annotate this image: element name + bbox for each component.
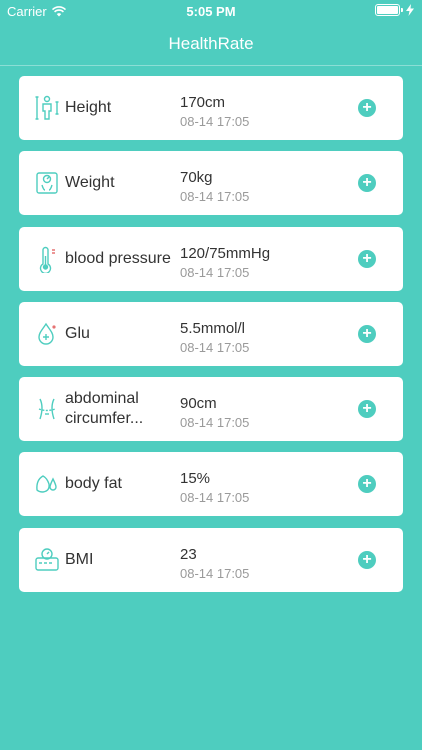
status-time: 5:05 PM bbox=[186, 4, 236, 19]
add-abdominal-button[interactable]: + bbox=[358, 400, 376, 419]
page-title: HealthRate bbox=[168, 34, 254, 53]
metric-card-bmi[interactable]: BMI 23 08-14 17:05 + bbox=[19, 527, 403, 592]
body-fat-icon bbox=[33, 470, 61, 498]
metric-timestamp: 08-14 17:05 bbox=[180, 264, 250, 280]
weight-scale-icon bbox=[33, 169, 61, 197]
metric-value: 15% bbox=[180, 470, 211, 488]
metric-label: body fat bbox=[65, 475, 122, 493]
metric-timestamp: 08-14 17:05 bbox=[180, 565, 250, 581]
waist-icon bbox=[33, 395, 61, 423]
add-body-fat-button[interactable]: + bbox=[358, 475, 376, 494]
metric-timestamp: 08-14 17:05 bbox=[180, 490, 250, 506]
metric-timestamp: 08-14 17:05 bbox=[180, 415, 250, 431]
metric-card-abdominal[interactable]: abdominal circumfer... 90cm 08-14 17:05 … bbox=[19, 377, 403, 442]
metric-card-body-fat[interactable]: body fat 15% 08-14 17:05 + bbox=[19, 452, 403, 517]
thermometer-icon bbox=[33, 245, 61, 273]
metric-value: 5.5mmol/l bbox=[180, 319, 246, 337]
metric-card-weight[interactable]: Weight 70kg 08-14 17:05 + bbox=[19, 151, 403, 216]
battery-indicator bbox=[375, 4, 414, 16]
metric-label: abdominal circumfer... bbox=[65, 390, 144, 428]
bolt-icon bbox=[406, 4, 414, 16]
add-bmi-button[interactable]: + bbox=[358, 550, 376, 569]
metric-card-blood-pressure[interactable]: blood pressure 120/75mmHg 08-14 17:05 + bbox=[19, 226, 403, 291]
metric-timestamp: 08-14 17:05 bbox=[180, 189, 250, 205]
metric-card-glucose[interactable]: Glu 5.5mmol/l 08-14 17:05 + bbox=[19, 301, 403, 366]
metric-value: 170cm bbox=[180, 94, 226, 111]
add-glucose-button[interactable]: + bbox=[358, 324, 376, 343]
metric-value: 23 bbox=[180, 545, 197, 563]
metric-card-height[interactable]: Height 170cm 08-14 17:05 + bbox=[19, 76, 403, 140]
glucose-drop-icon bbox=[33, 320, 61, 348]
status-bar: Carrier 5:05 PM bbox=[0, 0, 422, 22]
add-weight-button[interactable]: + bbox=[358, 174, 376, 193]
metric-label: Height bbox=[65, 99, 112, 116]
add-blood-pressure-button[interactable]: + bbox=[358, 249, 376, 268]
metric-label: Weight bbox=[65, 174, 115, 192]
metric-value: 120/75mmHg bbox=[180, 244, 271, 262]
metric-list: Height 170cm 08-14 17:05 + Weight 70kg 0… bbox=[19, 76, 403, 603]
metric-timestamp: 08-14 17:05 bbox=[180, 339, 250, 355]
metric-label: Glu bbox=[65, 324, 90, 342]
metric-value: 90cm bbox=[180, 395, 217, 413]
metric-label: blood pressure bbox=[65, 249, 171, 267]
metric-timestamp: 08-14 17:05 bbox=[180, 114, 250, 129]
navigation-bar: HealthRate bbox=[0, 22, 422, 66]
height-icon bbox=[33, 94, 61, 122]
battery-icon bbox=[375, 4, 403, 16]
bmi-scale-icon bbox=[33, 546, 61, 574]
metric-label: BMI bbox=[65, 550, 94, 568]
add-height-button[interactable]: + bbox=[358, 99, 376, 117]
metric-value: 70kg bbox=[180, 169, 213, 187]
